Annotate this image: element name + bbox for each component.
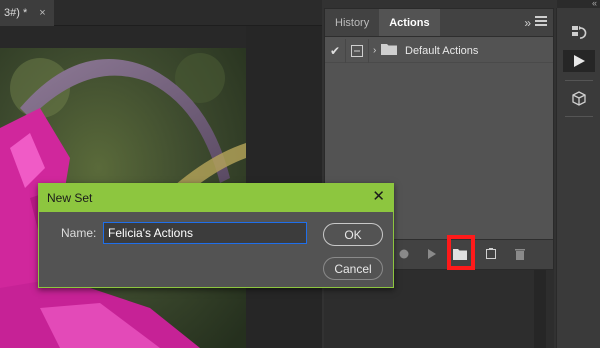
- ok-button[interactable]: OK: [323, 223, 383, 246]
- toggle-checkmark-icon[interactable]: ✔: [325, 44, 345, 58]
- divider: [565, 80, 593, 81]
- history-icon[interactable]: [563, 22, 595, 44]
- collapse-icon[interactable]: «: [557, 0, 600, 8]
- name-field[interactable]: [103, 222, 307, 244]
- 3d-cube-icon[interactable]: [563, 88, 595, 110]
- folder-icon: [381, 43, 405, 58]
- dialog-toggle-icon[interactable]: [346, 44, 368, 57]
- new-set-dialog: New Set ✕ Name: OK Cancel: [38, 183, 394, 288]
- divider: [565, 116, 593, 117]
- panel-tab-bar: History Actions »: [325, 9, 553, 37]
- record-icon[interactable]: [399, 249, 409, 262]
- play-icon[interactable]: [427, 249, 437, 262]
- panel-dock-toolbar: «: [556, 0, 600, 348]
- delete-icon[interactable]: [515, 248, 525, 263]
- dialog-titlebar[interactable]: New Set ✕: [39, 184, 393, 212]
- dialog-title: New Set: [47, 191, 93, 205]
- document-tab[interactable]: 3#) * ×: [0, 0, 54, 26]
- expand-chevron-icon[interactable]: ›: [369, 45, 381, 56]
- highlight-box: [447, 235, 475, 270]
- close-icon[interactable]: ×: [39, 7, 45, 19]
- panel-expand-icon[interactable]: »: [524, 16, 531, 30]
- document-tab-bar: 3#) * ×: [0, 0, 322, 26]
- close-icon[interactable]: ✕: [372, 189, 385, 205]
- tab-history[interactable]: History: [325, 9, 379, 36]
- cancel-button[interactable]: Cancel: [323, 257, 383, 280]
- document-tab-label: 3#) *: [4, 7, 28, 19]
- panel-menu-icon[interactable]: [535, 16, 547, 28]
- tab-actions[interactable]: Actions: [379, 9, 440, 36]
- name-label: Name:: [61, 226, 97, 240]
- scrollbar[interactable]: [534, 270, 546, 348]
- action-set-label: Default Actions: [405, 44, 479, 57]
- action-set-row[interactable]: ✔ › Default Actions: [325, 38, 553, 63]
- new-action-icon[interactable]: [485, 248, 497, 263]
- actions-play-icon[interactable]: [563, 50, 595, 72]
